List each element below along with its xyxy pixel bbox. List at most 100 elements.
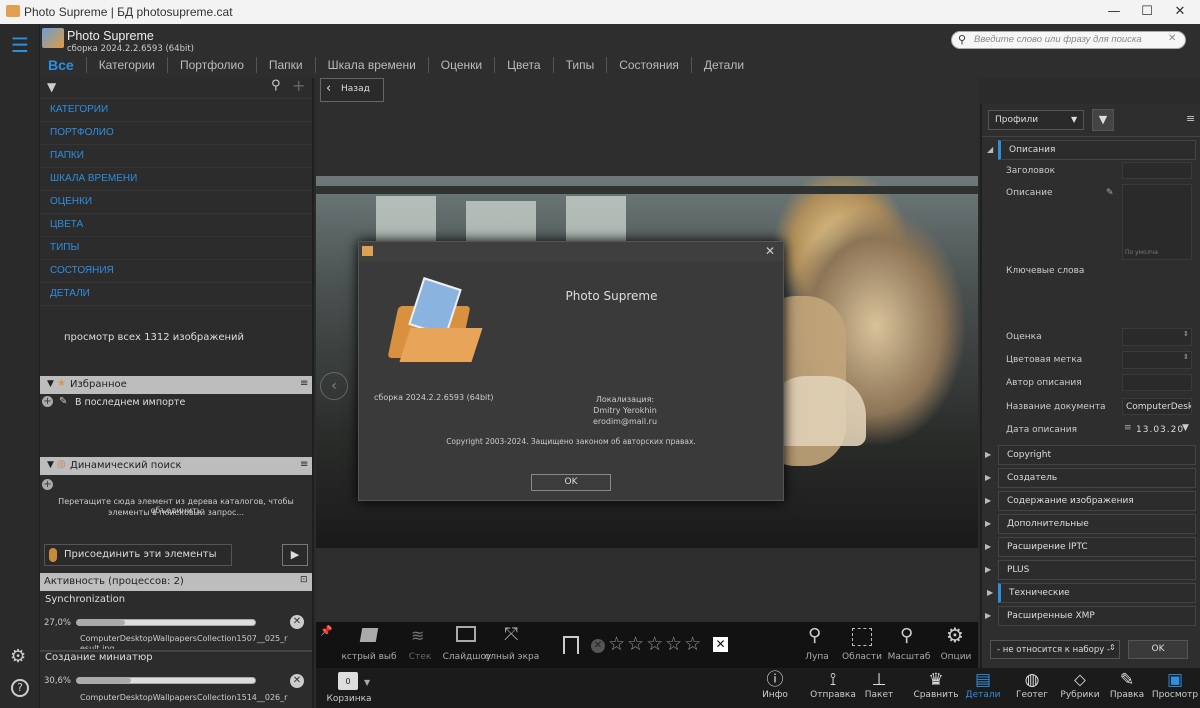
process-2-cancel-icon[interactable]: ✕: [290, 674, 304, 688]
section-copyright[interactable]: ▶ Copyright: [985, 445, 1196, 465]
basket-label[interactable]: Корзинка: [324, 694, 374, 704]
date-list-icon[interactable]: ≡: [1124, 423, 1132, 433]
join-toggle[interactable]: Присоединить эти элементы: [44, 544, 232, 566]
compare-button[interactable]: ♛ Сравнить: [911, 670, 961, 700]
menu-icon[interactable]: ≡: [300, 378, 308, 389]
panel-icon[interactable]: ⊡: [300, 575, 308, 585]
dialog-ok-button[interactable]: OK: [531, 474, 611, 491]
spinner-icon[interactable]: ⇕: [1183, 330, 1189, 338]
section-descriptions[interactable]: ◢ Описания: [987, 140, 1196, 160]
tab-folders[interactable]: Папки: [255, 57, 315, 73]
link-details[interactable]: ДЕТАЛИ: [50, 288, 90, 299]
rating-stars[interactable]: ☆☆☆☆☆: [608, 633, 703, 655]
link-ratings[interactable]: ОЦЕНКИ: [50, 196, 92, 207]
expand-icon: ▶: [985, 496, 992, 505]
add-icon[interactable]: +: [42, 479, 53, 490]
section-creator[interactable]: ▶ Создатель: [985, 468, 1196, 488]
back-label: Назад: [341, 84, 370, 94]
options-label[interactable]: Опции: [926, 652, 986, 662]
batch-button[interactable]: ⊥ Пакет: [854, 670, 904, 700]
clear-rating-icon[interactable]: ✕: [591, 639, 605, 653]
edit-icon[interactable]: ✎: [59, 396, 67, 407]
favorite-item-last-import[interactable]: В последнем импорте: [75, 397, 185, 408]
edit-pen-icon[interactable]: ✎: [1106, 188, 1114, 198]
section-additional[interactable]: ▶ Дополнительные: [985, 514, 1196, 534]
field-author-input[interactable]: [1122, 374, 1192, 391]
dialog-close-icon[interactable]: ✕: [765, 244, 775, 258]
tab-colors[interactable]: Цвета: [494, 57, 552, 73]
link-folders[interactable]: ПАПКИ: [50, 150, 84, 161]
rubrics-button[interactable]: ⬦ Рубрики: [1055, 670, 1105, 700]
section-plus[interactable]: ▶ PLUS: [985, 560, 1196, 580]
tab-timeline[interactable]: Шкала времени: [314, 57, 428, 73]
link-timeline[interactable]: ШКАЛА ВРЕМЕНИ: [50, 173, 137, 184]
link-categories[interactable]: КАТЕГОРИИ: [50, 104, 108, 115]
field-description-input[interactable]: По умолча: [1122, 184, 1192, 260]
add-favorite-icon[interactable]: +: [42, 396, 53, 407]
zoom-icon: ⚲: [900, 625, 914, 646]
search-icon[interactable]: ⚲: [271, 78, 281, 93]
field-docname-input[interactable]: ComputerDeskto: [1122, 398, 1192, 415]
link-portfolio[interactable]: ПОРТФОЛИО: [50, 127, 114, 138]
search-input[interactable]: Введите слово или фразу для поиска ⚲: [951, 31, 1186, 49]
section-image-content[interactable]: ▶ Содержание изображения: [985, 491, 1196, 511]
info-button[interactable]: ⓘ Инфо: [750, 670, 800, 700]
batch-icon: ⊥: [871, 670, 887, 690]
dynamic-search-header[interactable]: ▼ ◎ Динамический поиск ≡: [40, 457, 312, 475]
close-button[interactable]: ✕: [1160, 0, 1200, 24]
filter-icon[interactable]: ▼: [1092, 109, 1114, 131]
menu-icon[interactable]: ≡: [300, 459, 308, 470]
expand-icon: ▶: [985, 473, 992, 482]
view-button[interactable]: ▣ Просмотр: [1150, 670, 1200, 700]
spinner-icon[interactable]: ⇕: [1183, 353, 1189, 361]
toggle-switch[interactable]: [49, 548, 57, 562]
filter-icon[interactable]: ▼: [47, 80, 56, 94]
set-select[interactable]: - не относится к набору - ⇕: [990, 640, 1120, 659]
field-date-value[interactable]: 13.03.20: [1136, 425, 1184, 435]
field-date-label: Дата описания: [1006, 425, 1078, 435]
tab-states[interactable]: Состояния: [606, 57, 691, 73]
tab-portfolio[interactable]: Портфолио: [167, 57, 256, 73]
reject-icon[interactable]: ✕: [713, 637, 728, 652]
play-button[interactable]: ▶: [282, 544, 308, 566]
section-xmp-ext[interactable]: ▶ Расширенные XMP: [985, 606, 1196, 626]
favorites-header[interactable]: ▼ ★ Избранное ≡: [40, 376, 312, 394]
settings-gear-icon[interactable]: ⚙: [10, 646, 26, 667]
process-1-cancel-icon[interactable]: ✕: [290, 615, 304, 629]
clear-search-icon[interactable]: ✕: [1168, 33, 1176, 44]
right-ok-button[interactable]: OK: [1128, 640, 1188, 659]
prev-image-icon[interactable]: ‹: [320, 372, 348, 400]
tab-details[interactable]: Детали: [690, 57, 756, 73]
link-types[interactable]: ТИПЫ: [50, 242, 79, 253]
chevron-down-icon[interactable]: ▼: [1182, 423, 1189, 433]
view-all-images[interactable]: просмотр всех 1312 изображений: [64, 332, 244, 343]
field-color-label-input[interactable]: ⇕: [1122, 351, 1192, 369]
edit-button[interactable]: ✎ Правка: [1102, 670, 1152, 700]
activity-header[interactable]: Активность (процессов: 2) ⊡: [40, 573, 312, 591]
add-icon[interactable]: +: [292, 76, 305, 95]
menu-icon[interactable]: ≡: [1186, 112, 1195, 125]
send-button[interactable]: ⟟ Отправка: [808, 670, 858, 700]
hamburger-menu-icon[interactable]: ☰: [11, 35, 29, 55]
basket-count: 0: [345, 677, 351, 686]
geotag-button[interactable]: ◍ Геотег: [1007, 670, 1057, 700]
tab-categories[interactable]: Категории: [85, 57, 167, 73]
profiles-select[interactable]: Профили ▼: [988, 110, 1084, 130]
fullscreen-label[interactable]: олный экра: [482, 652, 542, 662]
field-rating-input[interactable]: ⇕: [1122, 328, 1192, 346]
details-button[interactable]: ▤ Детали: [958, 670, 1008, 700]
help-icon[interactable]: ?: [11, 679, 29, 697]
section-iptc-ext[interactable]: ▶ Расширение IPTC: [985, 537, 1196, 557]
chevron-down-icon[interactable]: ▼: [364, 678, 370, 687]
tab-ratings[interactable]: Оценки: [427, 57, 494, 73]
back-button[interactable]: ‹ Назад: [320, 78, 384, 102]
tab-types[interactable]: Типы: [552, 57, 607, 73]
pin-icon[interactable]: 📌: [320, 626, 332, 637]
bookmark-icon[interactable]: [563, 636, 579, 654]
link-states[interactable]: СОСТОЯНИЯ: [50, 265, 114, 276]
field-title-input[interactable]: [1122, 162, 1192, 179]
section-technical[interactable]: ▶ Технические: [987, 583, 1196, 603]
process-1-progress-bar: [76, 619, 256, 626]
tab-all[interactable]: Все: [40, 57, 86, 73]
link-colors[interactable]: ЦВЕТА: [50, 219, 83, 230]
